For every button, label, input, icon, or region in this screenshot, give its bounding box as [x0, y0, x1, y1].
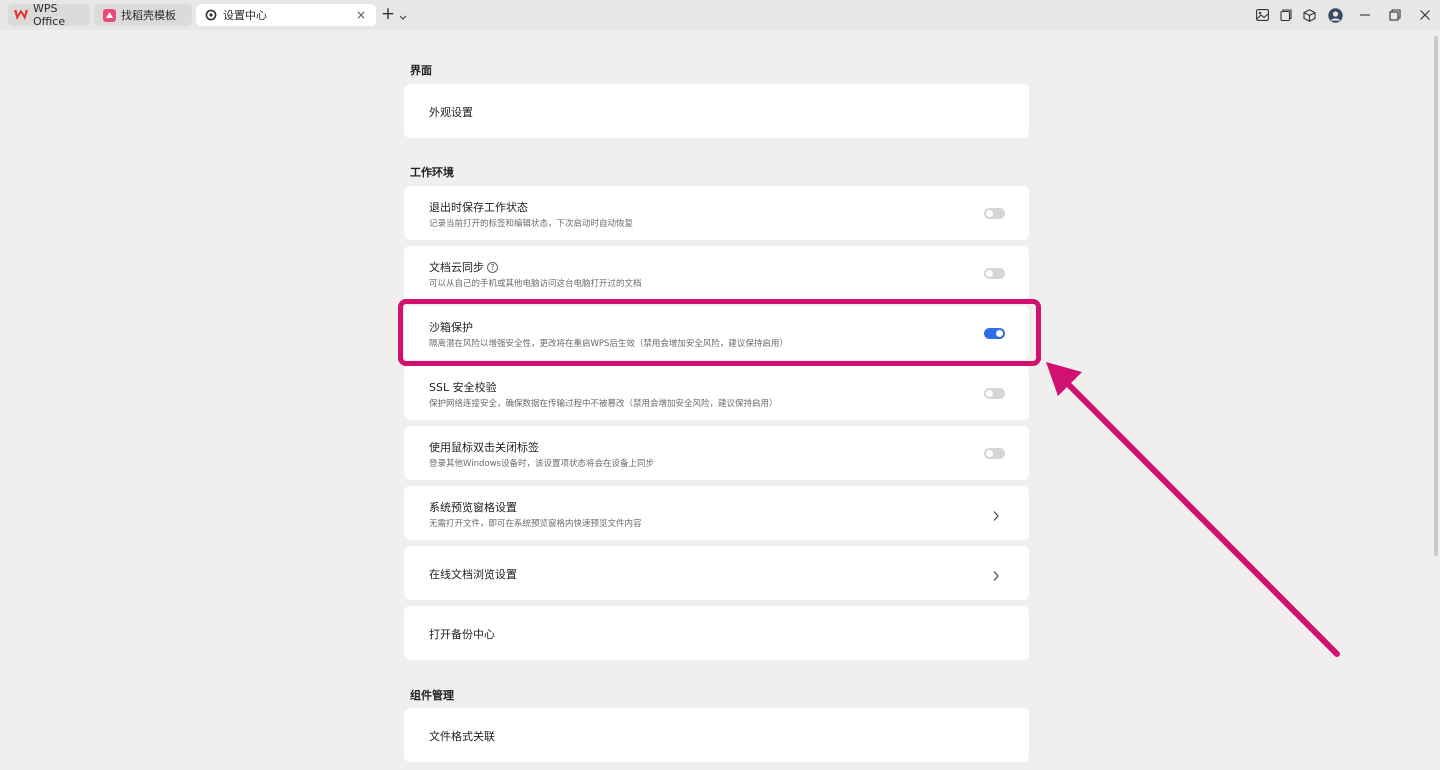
avatar[interactable] — [1327, 7, 1343, 23]
cloud-sync-toggle[interactable] — [984, 268, 1005, 279]
card-title: 文件格式关联 — [429, 730, 495, 743]
tab-template[interactable]: 找稻壳模板 — [94, 4, 192, 26]
minimize-icon[interactable] — [1357, 7, 1373, 23]
chevron-right-icon — [991, 567, 1001, 581]
tab-settings[interactable]: 设置中心 × — [196, 4, 376, 26]
file-association-card[interactable]: 文件格式关联 — [404, 708, 1029, 762]
section-title-components: 组件管理 — [410, 689, 454, 702]
preview-pane-card[interactable]: 系统预览窗格设置 无需打开文件，即可在系统预览窗格内快速预览文件内容 — [404, 486, 1029, 540]
settings-gear-icon — [204, 8, 218, 22]
card-title: 在线文档浏览设置 — [429, 568, 517, 581]
title-bar: WPS Office 找稻壳模板 设置中心 × + — [0, 0, 1440, 30]
online-doc-browse-card[interactable]: 在线文档浏览设置 — [404, 546, 1029, 600]
save-state-toggle[interactable] — [984, 208, 1005, 219]
template-icon — [102, 8, 116, 22]
cloud-sync-card: 文档云同步? 可以从自己的手机或其他电脑访问这台电脑打开过的文档 — [404, 246, 1029, 300]
close-tab-icon[interactable]: × — [354, 8, 368, 22]
save-state-card: 退出时保存工作状态 记录当前打开的标签和编辑状态，下次启动时自动恢复 — [404, 186, 1029, 240]
card-description: 保护网络连接安全，确保数据在传输过程中不被篡改（禁用会增加安全风险，建议保持启用… — [429, 399, 778, 409]
card-title: 文档云同步 — [429, 261, 484, 274]
card-title-wrap: 文档云同步? — [429, 259, 498, 275]
card-title: 打开备份中心 — [429, 628, 495, 641]
double-click-close-toggle[interactable] — [984, 448, 1005, 459]
double-click-close-card: 使用鼠标双击关闭标签 登录其他Windows设备时，该设置项状态将会在设备上同步 — [404, 426, 1029, 480]
tab-label: WPS Office — [33, 2, 66, 28]
image-icon[interactable] — [1254, 7, 1270, 23]
help-icon[interactable]: ? — [487, 262, 498, 273]
annotation-arrow — [1046, 362, 1340, 657]
copy-window-icon[interactable] — [1278, 7, 1294, 23]
card-description: 无需打开文件，即可在系统预览窗格内快速预览文件内容 — [429, 519, 642, 529]
section-title-workspace: 工作环境 — [410, 166, 454, 179]
tab-label: 找稻壳模板 — [121, 9, 176, 22]
chevron-right-icon — [991, 507, 1001, 521]
restore-icon[interactable] — [1387, 7, 1403, 23]
close-window-icon[interactable] — [1417, 7, 1433, 23]
cube-icon[interactable] — [1301, 7, 1317, 23]
ssl-check-card: SSL 安全校验 保护网络连接安全，确保数据在传输过程中不被篡改（禁用会增加安全… — [404, 366, 1029, 420]
appearance-settings-card[interactable]: 外观设置 — [404, 84, 1029, 138]
scrollbar[interactable] — [1434, 36, 1438, 556]
highlight-box — [398, 299, 1041, 366]
ssl-check-toggle[interactable] — [984, 388, 1005, 399]
tab-label: 设置中心 — [223, 9, 267, 22]
backup-center-card[interactable]: 打开备份中心 — [404, 606, 1029, 660]
card-title: 外观设置 — [429, 106, 473, 119]
card-description: 可以从自己的手机或其他电脑访问这台电脑打开过的文档 — [429, 279, 642, 289]
card-description: 记录当前打开的标签和编辑状态，下次启动时自动恢复 — [429, 219, 634, 229]
card-title: 使用鼠标双击关闭标签 — [429, 441, 539, 454]
section-title-interface: 界面 — [410, 64, 432, 77]
new-tab-button[interactable]: + — [380, 6, 396, 24]
card-title: 退出时保存工作状态 — [429, 201, 528, 214]
tab-wps-office[interactable]: WPS Office — [8, 2, 90, 28]
card-title: 系统预览窗格设置 — [429, 501, 517, 514]
card-description: 登录其他Windows设备时，该设置项状态将会在设备上同步 — [429, 459, 654, 469]
card-title: SSL 安全校验 — [429, 381, 497, 394]
wps-logo-icon — [14, 8, 28, 22]
chevron-down-icon[interactable] — [398, 9, 408, 21]
